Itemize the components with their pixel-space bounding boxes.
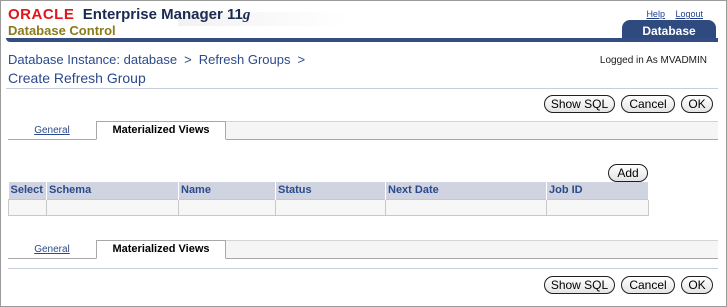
cancel-button[interactable]: Cancel	[621, 95, 675, 113]
oracle-logo: ORACLE	[8, 6, 75, 23]
product-version: g	[242, 7, 251, 23]
tab-general[interactable]: General	[8, 121, 96, 140]
page-title: Create Refresh Group	[8, 70, 146, 86]
column-header-schema: Schema	[46, 182, 179, 199]
column-header-job-id: Job ID	[546, 182, 649, 199]
add-button[interactable]: Add	[608, 164, 648, 182]
breadcrumb-separator: >	[297, 52, 306, 67]
subtabs-bottom: General Materialized Views	[8, 240, 718, 259]
product-subtitle: Database Control	[8, 23, 116, 38]
column-header-status: Status	[275, 182, 386, 199]
column-header-name: Name	[178, 182, 276, 199]
table-cell	[546, 198, 649, 216]
show-sql-button[interactable]: Show SQL	[544, 95, 615, 113]
subtab-filler	[226, 121, 718, 139]
table-cell	[8, 198, 47, 216]
user-info: Logged in As MVADMIN	[599, 55, 707, 66]
ok-button-bottom[interactable]: OK	[681, 276, 713, 294]
materialized-views-table: Select Schema Name Status Next Date Job …	[8, 182, 649, 216]
tab-materialized-views[interactable]: Materialized Views	[96, 121, 226, 140]
tab-materialized-views-bottom[interactable]: Materialized Views	[96, 240, 226, 259]
tab-general-bottom[interactable]: General	[8, 240, 96, 259]
column-header-next-date: Next Date	[385, 182, 547, 199]
breadcrumb-separator: >	[184, 52, 192, 67]
table-cell	[385, 198, 547, 216]
product-name: Enterprise Manager 11	[82, 6, 243, 23]
ok-button[interactable]: OK	[681, 95, 713, 113]
brand-title: ORACLE Enterprise Manager 11g	[8, 6, 250, 24]
header-bar	[6, 38, 718, 42]
page-frame	[0, 0, 727, 307]
table-cell	[178, 198, 276, 216]
breadcrumb-refresh-groups[interactable]: Refresh Groups	[199, 52, 291, 67]
help-link[interactable]: Help	[646, 9, 665, 19]
table-row-empty	[8, 198, 649, 216]
table-header-row: Select Schema Name Status Next Date Job …	[8, 182, 649, 199]
title-divider	[6, 88, 718, 89]
breadcrumb: Database Instance: database > Refresh Grou…	[8, 52, 312, 67]
show-sql-button-bottom[interactable]: Show SQL	[544, 276, 615, 294]
tab-general-link-bottom[interactable]: General	[34, 244, 70, 255]
subtab-filler	[226, 240, 718, 258]
global-links: Help Logout	[638, 9, 703, 19]
table-cell	[275, 198, 386, 216]
cancel-button-bottom[interactable]: Cancel	[621, 276, 675, 294]
breadcrumb-database-instance[interactable]: Database Instance: database	[8, 52, 177, 67]
subtabs-top: General Materialized Views	[8, 121, 718, 140]
bottom-divider	[8, 268, 718, 269]
table-cell	[46, 198, 179, 216]
tab-general-link[interactable]: General	[34, 125, 70, 136]
logout-link[interactable]: Logout	[675, 9, 703, 19]
column-header-select: Select	[8, 182, 47, 199]
